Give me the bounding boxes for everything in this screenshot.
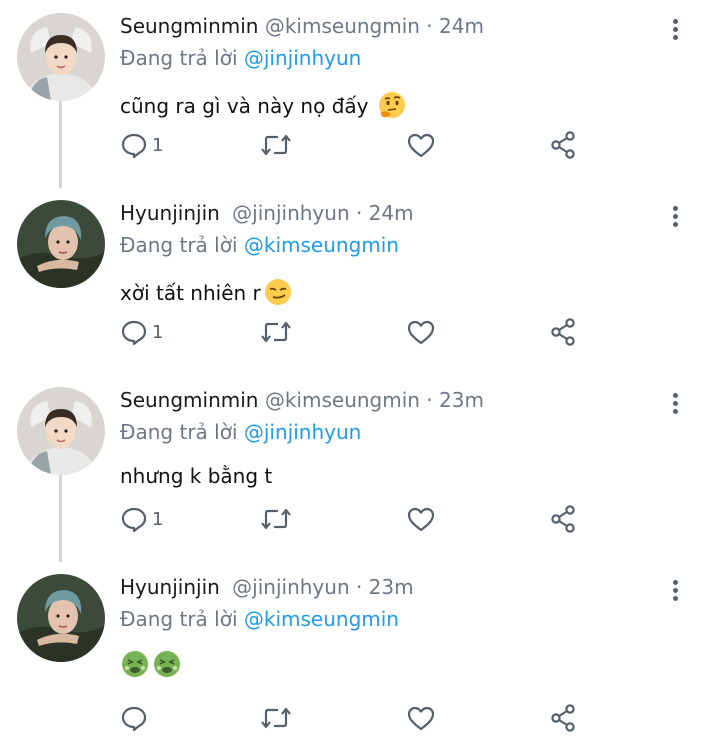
avatar[interactable]	[17, 387, 105, 475]
reply-button[interactable]: 1	[120, 315, 163, 349]
reply-count: 1	[152, 508, 164, 530]
reply-icon	[121, 507, 147, 533]
heart-icon	[407, 706, 435, 731]
tweet-header: Seungminmin @kimseungmin · 24m	[120, 14, 484, 38]
replying-to: Đang trả lời @jinjinhyun	[120, 46, 361, 70]
tweet-text: nhưng k bằng t	[120, 464, 272, 488]
tweet-text: cũng ra gì và này nọ đấy	[120, 90, 407, 125]
retweet-button[interactable]	[260, 701, 292, 735]
replying-prefix: Đang trả lời	[120, 420, 238, 444]
avatar[interactable]	[17, 200, 105, 288]
tweet-header: Hyunjinjin @jinjinhyun · 24m	[120, 201, 414, 225]
share-button[interactable]	[548, 315, 578, 349]
reply-button[interactable]: 1	[120, 502, 163, 536]
handle-and-time: @jinjinhyun · 23m	[232, 575, 414, 599]
tweet-text-content: xời tất nhiên r	[120, 281, 261, 305]
retweet-icon	[261, 134, 291, 156]
thread-line	[59, 101, 62, 188]
replying-handle-link[interactable]: @kimseungmin	[244, 233, 399, 257]
reply-button[interactable]: 1	[120, 128, 163, 162]
replying-prefix: Đang trả lời	[120, 233, 238, 257]
like-button[interactable]	[406, 701, 436, 735]
reply-icon	[121, 706, 147, 732]
avatar-seungmin-image	[17, 13, 105, 101]
more-options-icon[interactable]	[664, 575, 686, 605]
retweet-button[interactable]	[260, 315, 292, 349]
tweet-text: xời tất nhiên r	[120, 277, 293, 312]
tweet-text	[120, 649, 182, 684]
reply-count: 1	[152, 134, 164, 156]
more-options-icon[interactable]	[664, 14, 686, 44]
avatar-seungmin-image	[17, 387, 105, 475]
handle-and-time: @jinjinhyun · 24m	[232, 201, 414, 225]
tweet-text-content: nhưng k bằng t	[120, 464, 273, 488]
nauseated-face-emoji-icon	[120, 649, 150, 684]
share-icon	[551, 505, 575, 533]
tweet-item[interactable]: Hyunjinjin @jinjinhyun · 23m Đang trả lờ…	[0, 561, 720, 743]
share-button[interactable]	[548, 701, 578, 735]
more-options-icon[interactable]	[664, 201, 686, 231]
display-name[interactable]: Hyunjinjin	[120, 575, 220, 599]
replying-to: Đang trả lời @kimseungmin	[120, 607, 399, 631]
replying-prefix: Đang trả lời	[120, 46, 238, 70]
retweet-icon	[261, 707, 291, 729]
more-options-icon[interactable]	[664, 388, 686, 418]
like-button[interactable]	[406, 315, 436, 349]
replying-to: Đang trả lời @jinjinhyun	[120, 420, 361, 444]
replying-handle-link[interactable]: @kimseungmin	[244, 607, 399, 631]
retweet-button[interactable]	[260, 128, 292, 162]
tweet-actions: 1	[120, 128, 590, 162]
tweet-header: Seungminmin @kimseungmin · 23m	[120, 388, 484, 412]
retweet-icon	[261, 508, 291, 530]
handle-and-time: @kimseungmin · 24m	[264, 14, 484, 38]
share-icon	[551, 131, 575, 159]
tweet-item[interactable]: Hyunjinjin @jinjinhyun · 24m Đang trả lờ…	[0, 187, 720, 374]
share-icon	[551, 318, 575, 346]
heart-icon	[407, 133, 435, 158]
thread-line	[59, 475, 62, 562]
display-name[interactable]: Hyunjinjin	[120, 201, 220, 225]
replying-handle-link[interactable]: @jinjinhyun	[244, 46, 361, 70]
avatar-hyunjin-image	[17, 574, 105, 662]
avatar-hyunjin-image	[17, 200, 105, 288]
tweet-item[interactable]: Seungminmin @kimseungmin · 23m Đang trả …	[0, 374, 720, 562]
tweet-header: Hyunjinjin @jinjinhyun · 23m	[120, 575, 414, 599]
share-icon	[551, 704, 575, 732]
reply-count: 1	[152, 321, 164, 343]
tweet-actions: 1	[120, 502, 590, 536]
like-button[interactable]	[406, 502, 436, 536]
heart-icon	[407, 507, 435, 532]
tweet-text-content: cũng ra gì và này nọ đấy	[120, 94, 369, 118]
retweet-icon	[261, 321, 291, 343]
tweet-actions	[120, 701, 590, 735]
heart-icon	[407, 320, 435, 345]
share-button[interactable]	[548, 502, 578, 536]
replying-to: Đang trả lời @kimseungmin	[120, 233, 399, 257]
reply-button[interactable]	[120, 701, 148, 735]
handle-and-time: @kimseungmin · 23m	[264, 388, 484, 412]
retweet-button[interactable]	[260, 502, 292, 536]
tweet-actions: 1	[120, 315, 590, 349]
replying-handle-link[interactable]: @jinjinhyun	[244, 420, 361, 444]
display-name[interactable]: Seungminmin	[120, 388, 258, 412]
avatar[interactable]	[17, 574, 105, 662]
share-button[interactable]	[548, 128, 578, 162]
reply-icon	[121, 133, 147, 159]
replying-prefix: Đang trả lời	[120, 607, 238, 631]
avatar[interactable]	[17, 13, 105, 101]
nauseated-face-emoji-icon	[152, 649, 182, 684]
display-name[interactable]: Seungminmin	[120, 14, 258, 38]
smirking-face-emoji-icon	[263, 277, 293, 312]
tweet-item[interactable]: Seungminmin @kimseungmin · 24m Đang trả …	[0, 0, 720, 188]
like-button[interactable]	[406, 128, 436, 162]
reply-icon	[121, 320, 147, 346]
thinking-face-emoji-icon	[377, 90, 407, 125]
